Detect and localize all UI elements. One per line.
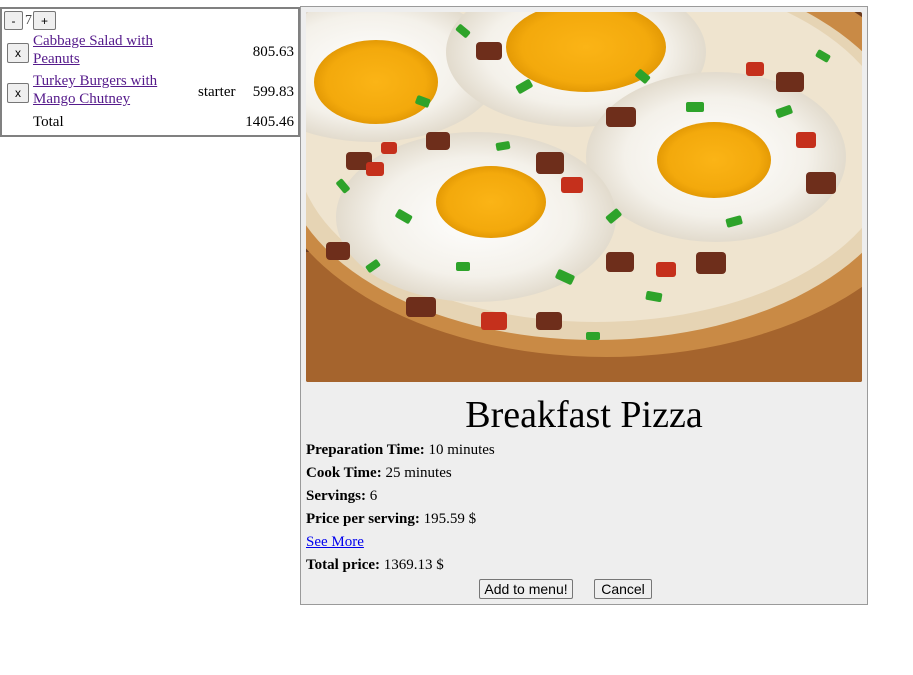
cancel-button[interactable]: Cancel	[594, 579, 652, 599]
total-price-label: Total price:	[306, 557, 381, 573]
remove-item-button[interactable]: x	[7, 83, 29, 103]
guest-count: 7	[25, 13, 32, 28]
cook-time-label: Cook Time:	[306, 465, 382, 481]
menu-item-price: 805.63	[252, 44, 294, 60]
menu-total-label: Total	[33, 114, 64, 130]
price-per-serving-value: 195.59 $	[423, 511, 477, 527]
menu-item-link[interactable]: Turkey Burgers with Mango Chutney	[33, 72, 183, 108]
total-price-value: 1369.13 $	[383, 557, 444, 573]
total-price: Total price: 1369.13 $	[306, 556, 444, 574]
prep-time: Preparation Time: 10 minutes	[306, 441, 495, 459]
menu-panel: - 7 + x Cabbage Salad with Peanuts 805.6…	[0, 7, 300, 137]
cook-time: Cook Time: 25 minutes	[306, 464, 452, 482]
menu-item-course: starter	[198, 84, 236, 100]
servings-value: 6	[369, 488, 378, 504]
decrease-guests-button[interactable]: -	[4, 11, 23, 30]
prep-time-value: 10 minutes	[428, 442, 495, 458]
menu-item-row: x Cabbage Salad with Peanuts 805.63	[2, 33, 298, 73]
menu-item-row: x Turkey Burgers with Mango Chutney star…	[2, 73, 298, 113]
menu-total-row: Total 1405.46	[2, 113, 298, 133]
servings: Servings: 6	[306, 487, 377, 505]
prep-time-label: Preparation Time:	[306, 442, 425, 458]
price-per-serving: Price per serving: 195.59 $	[306, 510, 476, 528]
menu-item-price: 599.83	[252, 84, 294, 100]
increase-guests-button[interactable]: +	[33, 11, 56, 30]
add-to-menu-button[interactable]: Add to menu!	[479, 579, 573, 599]
menu-total-value: 1405.46	[245, 114, 294, 130]
recipe-card: Breakfast Pizza Preparation Time: 10 min…	[300, 6, 868, 605]
recipe-title: Breakfast Pizza	[465, 394, 703, 436]
recipe-photo	[306, 12, 862, 382]
cook-time-value: 25 minutes	[385, 465, 452, 481]
servings-label: Servings:	[306, 488, 366, 504]
menu-item-link[interactable]: Cabbage Salad with Peanuts	[33, 32, 183, 68]
price-per-serving-label: Price per serving:	[306, 511, 420, 527]
remove-item-button[interactable]: x	[7, 43, 29, 63]
see-more-link[interactable]: See More	[306, 533, 364, 551]
